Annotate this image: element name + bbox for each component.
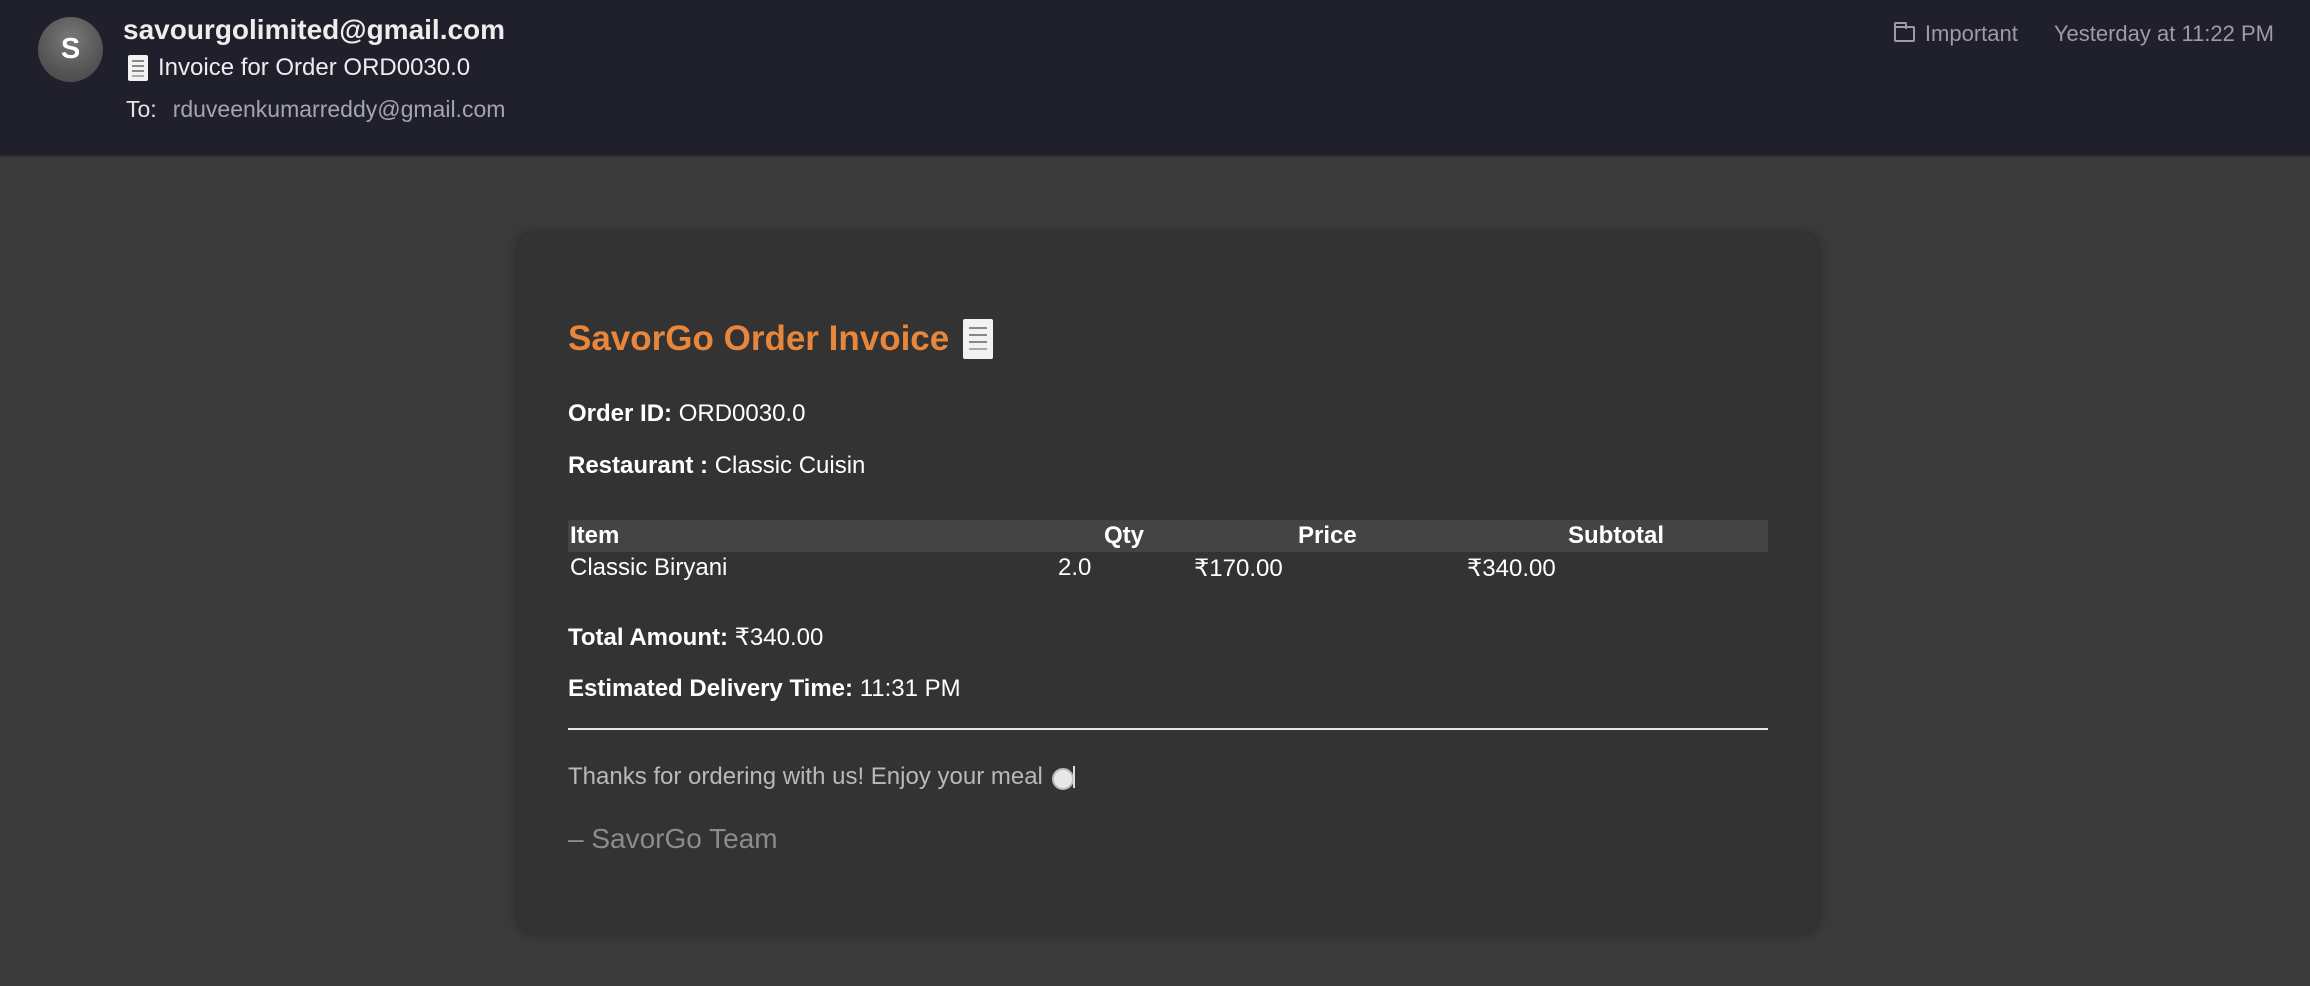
thanks-message: Thanks for ordering with us! Enjoy your … — [568, 763, 1075, 791]
receipt-icon — [128, 55, 148, 81]
column-header-subtotal: Subtotal — [1568, 522, 1664, 549]
sender-avatar[interactable]: S — [38, 17, 103, 82]
table-row: Classic Biryani 2.0 ₹170.00 ₹340.00 — [568, 552, 1768, 584]
order-id-label: Order ID: — [568, 400, 673, 427]
total-value: ₹340.00 — [734, 624, 824, 651]
to-label: To: — [126, 96, 157, 122]
order-id-line: Order ID: ORD0030.0 — [568, 400, 805, 428]
eta-value: 11:31 PM — [859, 675, 961, 702]
subject-text: Invoice for Order ORD0030.0 — [158, 54, 471, 81]
restaurant-value: Classic Cuisin — [714, 452, 866, 479]
restaurant-line: Restaurant : Classic Cuisin — [568, 452, 865, 480]
email-header: S savourgolimited@gmail.com Invoice for … — [0, 0, 2310, 157]
order-items-table: Item Qty Price Subtotal Classic Biryani … — [568, 520, 1768, 584]
invoice-title: SavorGo Order Invoice — [568, 319, 994, 359]
folder-label: Important — [1924, 21, 2018, 46]
invoice-title-text: SavorGo Order Invoice — [568, 319, 950, 358]
folder-icon — [1893, 22, 1915, 42]
avatar-letter: S — [60, 33, 81, 65]
eta-label: Estimated Delivery Time: — [568, 675, 854, 702]
signoff: – SavorGo Team — [568, 823, 778, 854]
item-name: Classic Biryani — [570, 554, 728, 581]
folder-tag[interactable]: Important — [1893, 21, 2018, 47]
total-label: Total Amount: — [568, 624, 728, 651]
divider — [568, 728, 1768, 730]
sender-address[interactable]: savourgolimited@gmail.com — [123, 14, 505, 46]
order-id-value: ORD0030.0 — [678, 400, 806, 427]
item-qty: 2.0 — [1058, 554, 1092, 581]
email-date: Yesterday at 11:22 PM — [2053, 21, 2274, 46]
email-subject: Invoice for Order ORD0030.0 — [128, 54, 470, 82]
recipient-address[interactable]: rduveenkumarreddy@gmail.com — [173, 96, 506, 123]
receipt-icon — [963, 319, 994, 359]
item-price: ₹170.00 — [1194, 555, 1283, 582]
table-header-row: Item Qty Price Subtotal — [568, 520, 1768, 552]
total-line: Total Amount: ₹340.00 — [568, 623, 823, 652]
column-header-price: Price — [1298, 522, 1357, 549]
thanks-text: Thanks for ordering with us! Enjoy your … — [568, 763, 1043, 790]
column-header-qty: Qty — [1104, 522, 1145, 549]
email-meta: Important Yesterday at 11:22 PM — [1893, 21, 2274, 47]
item-subtotal: ₹340.00 — [1467, 555, 1556, 582]
column-header-item: Item — [570, 522, 620, 549]
plate-icon — [1049, 765, 1075, 790]
invoice-card: SavorGo Order Invoice Order ID: ORD0030.… — [518, 233, 1818, 933]
eta-line: Estimated Delivery Time: 11:31 PM — [568, 675, 961, 703]
recipient-row: To: rduveenkumarreddy@gmail.com — [126, 96, 505, 123]
restaurant-label: Restaurant : — [568, 452, 709, 479]
